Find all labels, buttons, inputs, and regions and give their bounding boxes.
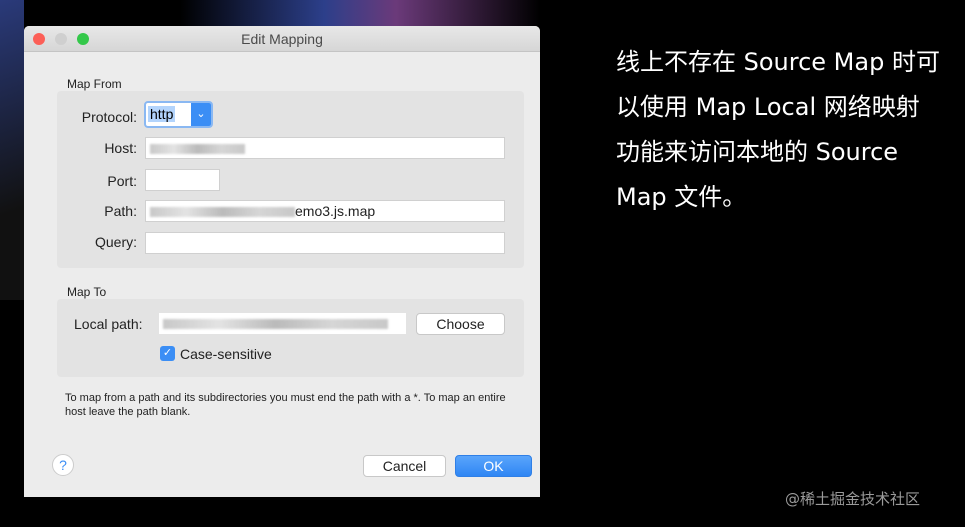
local-path-input[interactable] <box>159 313 406 334</box>
window-title: Edit Mapping <box>241 31 323 47</box>
protocol-select[interactable]: http ⌄ <box>144 101 213 128</box>
caption-line: Map 文件。 <box>616 183 747 211</box>
port-label: Port: <box>107 173 137 189</box>
local-path-label: Local path: <box>74 316 143 332</box>
caption-line: 以使用 Map Local 网络映射 <box>616 93 920 121</box>
protocol-value: http <box>148 106 176 122</box>
port-input[interactable] <box>145 169 220 191</box>
case-sensitive-label: Case-sensitive <box>180 346 272 362</box>
caption-line: 线上不存在 Source Map 时可 <box>616 48 940 76</box>
title-bar: Edit Mapping <box>24 26 540 52</box>
path-label: Path: <box>104 203 137 219</box>
help-text: To map from a path and its subdirectorie… <box>65 392 506 418</box>
ok-button[interactable]: OK <box>455 455 532 477</box>
map-to-heading: Map To <box>67 285 107 299</box>
path-value: emo3.js.map <box>295 203 376 219</box>
path-input[interactable]: emo3.js.map <box>145 200 505 222</box>
protocol-label: Protocol: <box>81 109 137 125</box>
map-from-heading: Map From <box>67 77 122 91</box>
cancel-button[interactable]: Cancel <box>363 455 446 477</box>
help-button[interactable]: ? <box>52 454 74 476</box>
case-sensitive-checkbox[interactable]: ✓ <box>160 346 175 361</box>
caption-line: 功能来访问本地的 Source <box>616 138 899 166</box>
background-shape <box>180 0 540 26</box>
choose-button[interactable]: Choose <box>416 313 505 335</box>
query-label: Query: <box>94 234 137 250</box>
chevron-down-icon: ⌄ <box>191 103 211 126</box>
edit-mapping-dialog: Edit Mapping Map From Protocol: http ⌄ H… <box>24 26 540 497</box>
watermark: @稀土掘金技术社区 <box>785 490 921 508</box>
map-to-group <box>57 299 524 377</box>
query-input[interactable] <box>145 232 505 254</box>
background-shape <box>0 0 24 300</box>
host-input[interactable] <box>145 137 505 159</box>
host-label: Host: <box>104 140 137 156</box>
